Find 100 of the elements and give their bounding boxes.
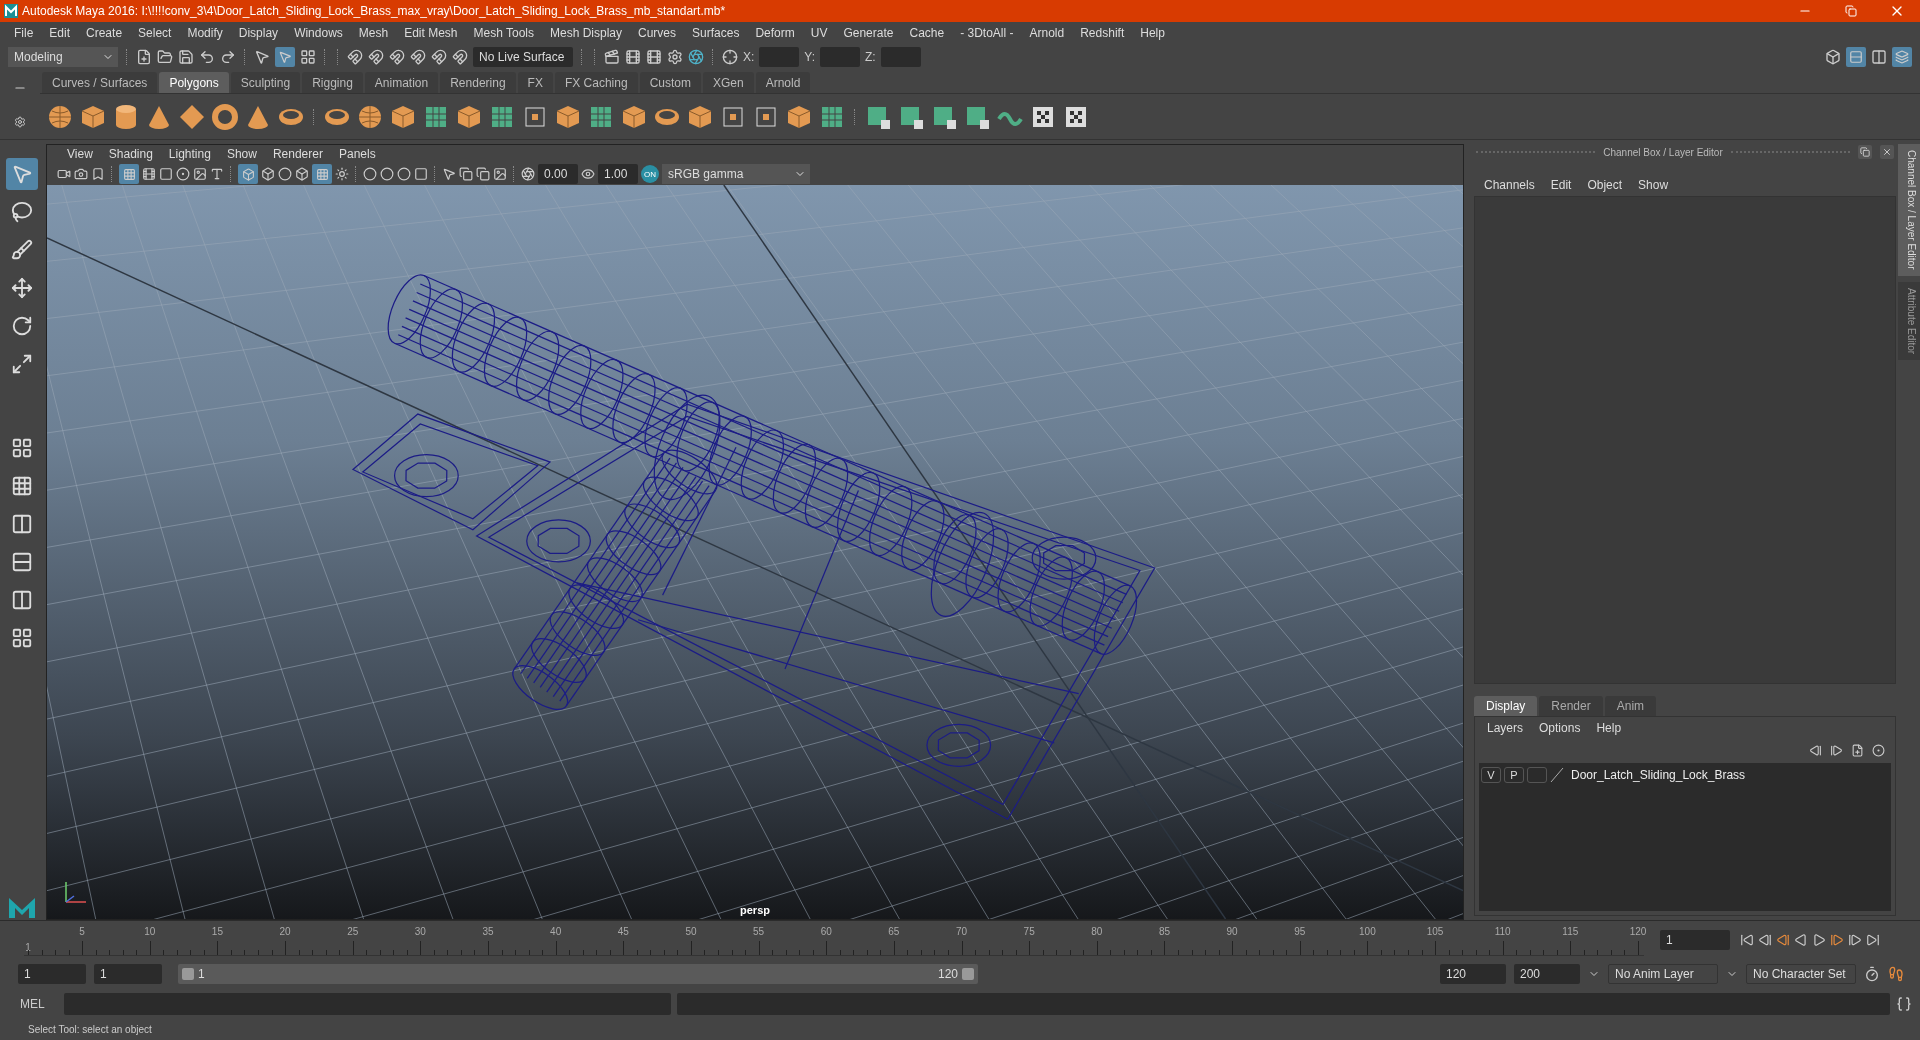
magnet-icon[interactable] xyxy=(368,49,384,65)
character-set-dropdown[interactable]: No Character Set xyxy=(1746,964,1856,984)
color-space-dropdown[interactable]: sRGB gamma xyxy=(662,164,810,184)
camera-icon[interactable] xyxy=(74,167,88,181)
step-forward-icon[interactable] xyxy=(1848,932,1862,947)
aperture-icon[interactable] xyxy=(521,167,535,181)
shelf-tab[interactable]: Animation xyxy=(364,72,439,93)
y-field[interactable] xyxy=(820,47,861,67)
new-file-icon[interactable] xyxy=(136,49,152,65)
go-to-start-icon[interactable] xyxy=(1740,932,1754,947)
menu-item[interactable]: File xyxy=(6,26,42,40)
open-folder-icon[interactable] xyxy=(157,49,173,65)
menu-item[interactable]: Cache xyxy=(901,26,953,40)
layers-toggle-button[interactable] xyxy=(1892,47,1912,67)
layer-editor-tab[interactable]: Display xyxy=(1474,696,1538,716)
range-end-handle[interactable] xyxy=(962,968,974,980)
shelf-tab[interactable]: Custom xyxy=(639,72,701,93)
image-icon[interactable] xyxy=(193,167,207,181)
command-language-label[interactable]: MEL xyxy=(20,997,58,1011)
side-tab[interactable]: Channel Box / Layer Editor xyxy=(1898,144,1920,276)
settings-icon[interactable] xyxy=(14,116,26,129)
range-start-handle[interactable] xyxy=(182,968,194,980)
select-tool-button[interactable] xyxy=(6,158,38,190)
undo-icon[interactable] xyxy=(199,49,215,65)
menu-item[interactable]: Curves xyxy=(630,26,685,40)
step-forward-key-icon[interactable] xyxy=(1830,932,1844,947)
color-management-toggle[interactable]: ON xyxy=(641,165,659,183)
cube-icon[interactable] xyxy=(295,167,309,181)
menu-item[interactable]: Select xyxy=(130,26,180,40)
visibility-toggle[interactable]: V xyxy=(1481,767,1501,783)
redo-icon[interactable] xyxy=(220,49,236,65)
wireframe-toggle-button[interactable] xyxy=(238,164,258,184)
save-icon[interactable] xyxy=(178,49,194,65)
start-frame-field[interactable]: 1 xyxy=(18,964,86,984)
layer-editor-tab[interactable]: Anim xyxy=(1604,696,1657,716)
layer-menu-item[interactable]: Layers xyxy=(1479,721,1532,735)
live-surface-field[interactable]: No Live Surface xyxy=(473,47,573,67)
channel-menu-item[interactable]: Object xyxy=(1579,178,1631,192)
menu-item[interactable]: - 3DtoAll - xyxy=(952,26,1022,40)
close-button[interactable] xyxy=(1880,145,1894,159)
columns-icon[interactable] xyxy=(1871,49,1887,65)
settings-icon[interactable] xyxy=(667,49,683,65)
z-field[interactable] xyxy=(880,47,921,67)
ring-icon[interactable] xyxy=(211,102,239,131)
viewport-menu-item[interactable]: Show xyxy=(218,147,265,161)
channel-menu-item[interactable]: Channels xyxy=(1476,178,1543,192)
new-layer-icon[interactable] xyxy=(1851,743,1864,757)
menu-item[interactable]: Edit xyxy=(41,26,79,40)
layer-menu-item[interactable]: Options xyxy=(1531,721,1589,735)
menu-item[interactable]: Mesh Display xyxy=(542,26,631,40)
viewport-menu-item[interactable]: View xyxy=(59,147,101,161)
square-icon[interactable] xyxy=(159,167,173,181)
cursor-icon[interactable] xyxy=(254,49,270,65)
viewport-menu-item[interactable]: Lighting xyxy=(160,147,219,161)
menu-item[interactable]: Mesh Tools xyxy=(465,26,542,40)
circle-icon[interactable] xyxy=(363,167,377,181)
anim-layer-dropdown[interactable]: No Anim Layer xyxy=(1608,964,1718,984)
magnet-icon[interactable] xyxy=(389,49,405,65)
copy-icon[interactable] xyxy=(459,167,473,181)
play-icon[interactable] xyxy=(1812,932,1826,947)
menu-item[interactable]: Surfaces xyxy=(684,26,748,40)
shelf-tab[interactable]: Rigging xyxy=(302,72,363,93)
grid-icon[interactable] xyxy=(300,49,316,65)
display-type-toggle[interactable] xyxy=(1527,767,1547,783)
circle-icon[interactable] xyxy=(380,167,394,181)
magnet-icon[interactable] xyxy=(431,49,447,65)
script-editor-icon[interactable] xyxy=(1896,996,1912,1012)
playback-end-field[interactable]: 120 xyxy=(1440,964,1506,984)
select-mode-button[interactable] xyxy=(275,47,295,67)
gamma-field[interactable]: 1.00 xyxy=(598,164,638,184)
circle-icon[interactable] xyxy=(176,167,190,181)
light-icon[interactable] xyxy=(335,167,349,181)
shelf-tab[interactable]: Polygons xyxy=(159,72,229,93)
menu-item[interactable]: Mesh xyxy=(350,26,397,40)
magnet-icon[interactable] xyxy=(410,49,426,65)
film-icon[interactable] xyxy=(646,49,662,65)
end-frame-field[interactable]: 200 xyxy=(1514,964,1580,984)
menu-item[interactable]: Redshift xyxy=(1072,26,1133,40)
side-tab[interactable]: Attribute Editor xyxy=(1898,281,1920,360)
layer-editor-tab[interactable]: Render xyxy=(1539,696,1603,716)
menu-item[interactable]: Display xyxy=(230,26,287,40)
copy-icon[interactable] xyxy=(476,167,490,181)
film-icon[interactable] xyxy=(142,167,156,181)
menu-item[interactable]: Windows xyxy=(286,26,351,40)
step-back-icon[interactable] xyxy=(1758,932,1772,947)
shelf-tab[interactable]: XGen xyxy=(702,72,754,93)
x-field[interactable] xyxy=(759,47,800,67)
menu-item[interactable]: Modify xyxy=(179,26,231,40)
image-icon[interactable] xyxy=(493,167,507,181)
circle-icon[interactable] xyxy=(278,167,292,181)
bookmark-icon[interactable] xyxy=(91,167,105,181)
aperture-icon[interactable] xyxy=(688,49,704,65)
go-to-end-icon[interactable] xyxy=(1866,932,1880,947)
cube-icon[interactable] xyxy=(1825,49,1841,65)
grid-toggle-button[interactable] xyxy=(119,164,139,184)
menu-item[interactable]: Edit Mesh xyxy=(396,26,466,40)
cube-icon[interactable] xyxy=(261,167,275,181)
footprints-icon[interactable] xyxy=(1888,966,1904,982)
mode-dropdown[interactable]: Modeling xyxy=(8,47,118,67)
layer-row[interactable]: V P Door_Latch_Sliding_Lock_Brass xyxy=(1481,765,1889,785)
